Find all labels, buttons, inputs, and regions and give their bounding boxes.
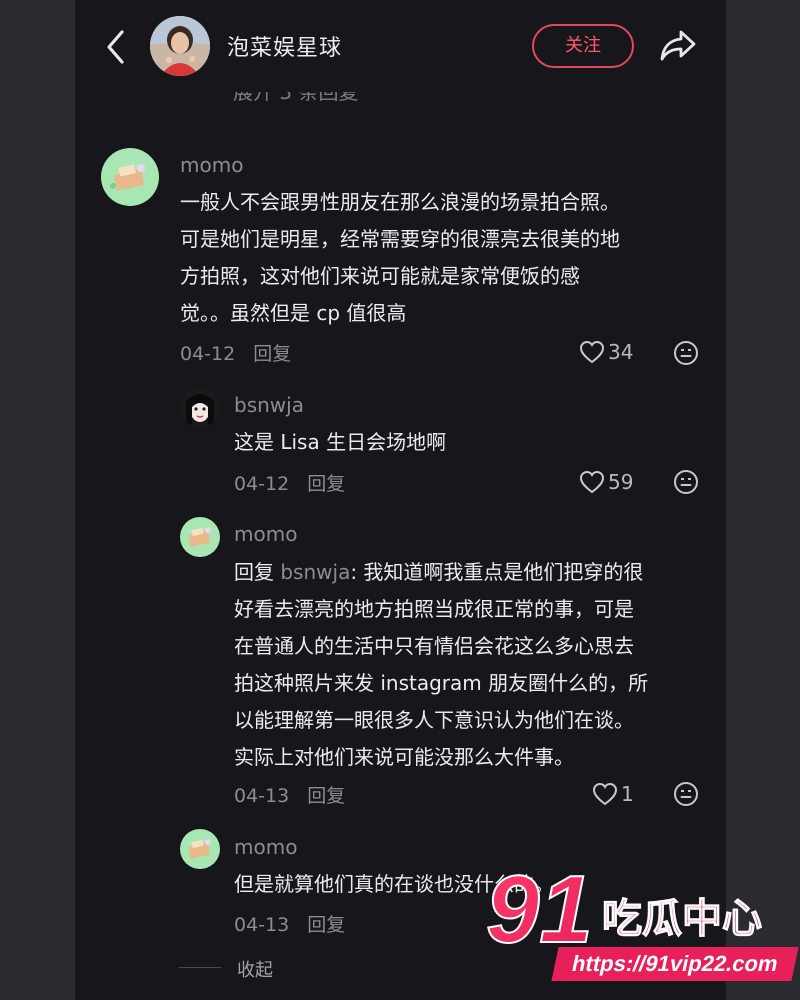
- collapse-replies-button[interactable]: 收起: [237, 956, 273, 982]
- comment-username[interactable]: momo: [180, 153, 243, 177]
- comment-line: 在普通人的生活中只有情侣会花这么多心思去: [234, 634, 634, 658]
- like-button[interactable]: 59: [579, 470, 633, 494]
- avatar[interactable]: [180, 387, 220, 427]
- watermark-url: https://91vip22.com: [551, 947, 799, 981]
- comment-username[interactable]: bsnwja: [234, 393, 304, 417]
- like-count: 1: [621, 782, 634, 806]
- comment-text: 回复 bsnwja: 我知道啊我重点是他们把穿的很 好看去漂亮的地方拍照当成很正…: [234, 554, 648, 776]
- top-bar: 泡菜娱星球 关注: [75, 0, 726, 92]
- account-name[interactable]: 泡菜娱星球: [227, 30, 342, 62]
- comment-text: 一般人不会跟男性朋友在那么浪漫的场景拍合照。 可是她们是明星，经常需要穿的很漂亮…: [180, 184, 620, 332]
- heart-icon: [592, 782, 618, 806]
- comment-date: 04-13: [234, 785, 290, 807]
- comment-line: 一般人不会跟男性朋友在那么浪漫的场景拍合照。: [180, 190, 620, 214]
- reaction-emoji-icon[interactable]: [673, 781, 699, 807]
- comment-username[interactable]: momo: [234, 835, 297, 859]
- comment-line: 拍这种照片来发 instagram 朋友圈什么的，所: [234, 671, 649, 695]
- reaction-emoji-icon[interactable]: [673, 469, 699, 495]
- comment-date: 04-12: [234, 473, 290, 495]
- comment-line: 这是 Lisa 生日会场地啊: [234, 430, 447, 454]
- watermark-brand: 吃瓜中心: [602, 896, 762, 942]
- reply-button[interactable]: 回复: [307, 785, 345, 807]
- like-button[interactable]: 1: [592, 782, 634, 806]
- comment-line: 实际上对他们来说可能没那么大件事。: [234, 745, 574, 769]
- follow-button[interactable]: 关注: [532, 24, 634, 68]
- like-count: 34: [608, 340, 634, 364]
- reply-button[interactable]: 回复: [307, 914, 345, 936]
- comment-line: 觉。。虽然但是 cp 值很高: [180, 301, 407, 325]
- reply-prefix: 回复: [234, 560, 274, 584]
- comment-line: 回复 bsnwja: 我知道啊我重点是他们把穿的很: [234, 554, 648, 591]
- comment-username[interactable]: momo: [234, 522, 297, 546]
- collapse-divider: [179, 967, 221, 968]
- avatar[interactable]: [180, 829, 220, 869]
- heart-icon: [579, 340, 605, 364]
- comment-text: 这是 Lisa 生日会场地啊: [234, 424, 446, 461]
- like-count: 59: [608, 470, 634, 494]
- reply-button[interactable]: 回复: [307, 473, 345, 495]
- comment-meta: 04-12 回复: [234, 469, 345, 496]
- account-avatar[interactable]: [150, 16, 210, 76]
- comment-date: 04-12: [180, 343, 236, 365]
- screenshot-stage: 泡菜娱星球 关注 展开 3 条回复 momo 一般人不会跟男性朋友在那么浪漫的场…: [0, 0, 800, 1000]
- comment-line-text: : 我知道啊我重点是他们把穿的很: [350, 560, 644, 584]
- avatar[interactable]: [180, 517, 220, 557]
- share-arrow-icon[interactable]: [658, 27, 698, 63]
- avatar[interactable]: [101, 148, 159, 206]
- heart-icon: [579, 470, 605, 494]
- reply-target-username[interactable]: bsnwja: [280, 560, 350, 584]
- reply-button[interactable]: 回复: [253, 343, 291, 365]
- comment-meta: 04-13 回复: [234, 910, 345, 937]
- comment-meta: 04-13 回复: [234, 781, 345, 808]
- comment-line: 以能理解第一眼很多人下意识认为他们在谈。: [234, 708, 634, 732]
- back-chevron-icon[interactable]: [101, 28, 131, 66]
- comment-line: 可是她们是明星，经常需要穿的很漂亮去很美的地: [180, 227, 620, 251]
- comment-meta: 04-12 回复: [180, 339, 291, 366]
- reaction-emoji-icon[interactable]: [673, 340, 699, 366]
- comment-line: 好看去漂亮的地方拍照当成很正常的事，可是: [234, 597, 634, 621]
- comment-date: 04-13: [234, 914, 290, 936]
- like-button[interactable]: 34: [579, 340, 633, 364]
- comment-line: 方拍照，这对他们来说可能就是家常便饭的感: [180, 264, 580, 288]
